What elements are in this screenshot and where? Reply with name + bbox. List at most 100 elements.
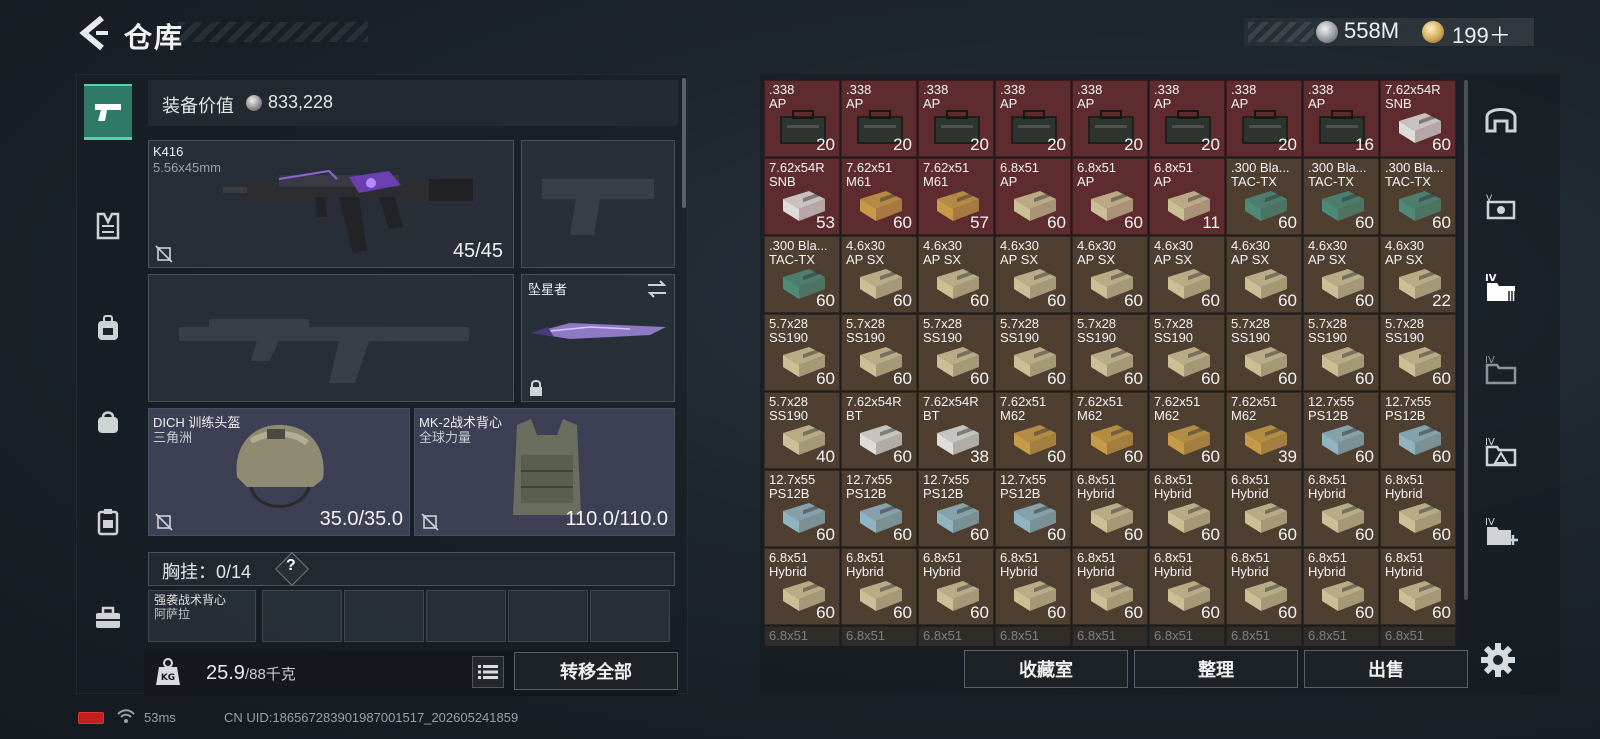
stash-item[interactable]: 4.6x30 AP SX 60	[841, 236, 917, 313]
stash-item[interactable]: 6.8x51 Hybrid 60	[1380, 548, 1456, 625]
stash-item[interactable]: .338 AP 20	[1072, 80, 1148, 157]
stash-item[interactable]: 5.7x28 SS190 60	[1303, 314, 1379, 391]
stash-item[interactable]: 12.7x55 PS12B 60	[1380, 392, 1456, 469]
melee-slot[interactable]: 坠星者	[521, 274, 675, 402]
stash-item[interactable]: 7.62x51 M61 60	[841, 158, 917, 235]
stash-item[interactable]: 6.8x51 AP 60	[995, 158, 1071, 235]
stash-item[interactable]: .338 AP 20	[1149, 80, 1225, 157]
stash-item[interactable]: 5.7x28 SS190 60	[918, 314, 994, 391]
stash-item[interactable]: .338 AP 20	[841, 80, 917, 157]
stash-item[interactable]: 5.7x28 SS190 40	[764, 392, 840, 469]
nav-plus-iv[interactable]: IV	[1478, 504, 1524, 558]
stash-item[interactable]: 7.62x54R SNB 53	[764, 158, 840, 235]
stash-item[interactable]: 5.7x28 SS190 60	[764, 314, 840, 391]
stash-item[interactable]: 7.62x51 M62 60	[1149, 392, 1225, 469]
stash-item[interactable]: 4.6x30 AP SX 60	[1149, 236, 1225, 313]
nav-chest-rig[interactable]	[84, 198, 132, 254]
stash-item[interactable]: .300 Bla... TAC-TX 60	[1380, 158, 1456, 235]
stash-item[interactable]: 6.8x51 Hybrid 60	[1380, 470, 1456, 547]
stash-item[interactable]: 6.8x51 Hybrid 60	[1149, 548, 1225, 625]
stash-item[interactable]: 4.6x30 AP SX 60	[1303, 236, 1379, 313]
stash-item[interactable]: 5.7x28 SS190 60	[1380, 314, 1456, 391]
currency-amount-2[interactable]: 199＋	[1452, 18, 1511, 50]
stash-item[interactable]: 6.8x51	[1226, 626, 1302, 646]
stash-item[interactable]: 5.7x28 SS190 60	[1149, 314, 1225, 391]
stash-item[interactable]: 7.62x51 M62 39	[1226, 392, 1302, 469]
sort-button[interactable]: 整理	[1134, 650, 1298, 688]
stash-item[interactable]: 5.7x28 SS190 60	[841, 314, 917, 391]
stash-item[interactable]: 6.8x51 Hybrid 60	[1072, 548, 1148, 625]
stash-item[interactable]: 6.8x51 Hybrid 60	[1303, 470, 1379, 547]
collection-room-button[interactable]: 收藏室	[964, 650, 1128, 688]
stash-item[interactable]: 12.7x55 PS12B 60	[995, 470, 1071, 547]
armor-slot[interactable]: MK-2战术背心 全球力量 110.0/110.0	[414, 408, 675, 536]
rig-pocket-slot[interactable]	[344, 590, 424, 642]
stash-item[interactable]: 6.8x51 AP 60	[1072, 158, 1148, 235]
nav-safe-case[interactable]	[84, 494, 132, 550]
stash-item[interactable]: 5.7x28 SS190 60	[1226, 314, 1302, 391]
stash-item[interactable]: 12.7x55 PS12B 60	[841, 470, 917, 547]
transfer-all-button[interactable]: 转移全部	[514, 652, 678, 690]
stash-item[interactable]: 7.62x51 M61 57	[918, 158, 994, 235]
stash-item[interactable]: 6.8x51	[1380, 626, 1456, 646]
stash-item[interactable]: .300 Bla... TAC-TX 60	[1226, 158, 1302, 235]
stash-item[interactable]: 5.7x28 SS190 60	[1072, 314, 1148, 391]
stash-item[interactable]: 7.62x54R BT 38	[918, 392, 994, 469]
stash-item[interactable]: 6.8x51	[841, 626, 917, 646]
swap-icon[interactable]	[646, 279, 668, 299]
stash-item[interactable]: 7.62x54R BT 60	[841, 392, 917, 469]
stash-item[interactable]: .338 AP 20	[764, 80, 840, 157]
stash-item[interactable]: 6.8x51 Hybrid 60	[1226, 548, 1302, 625]
stash-item[interactable]: 6.8x51	[1072, 626, 1148, 646]
stash-item[interactable]: 6.8x51 AP 11	[1149, 158, 1225, 235]
stash-item[interactable]: 6.8x51	[764, 626, 840, 646]
rig-pocket-slot[interactable]	[590, 590, 670, 642]
stash-item[interactable]: 6.8x51 Hybrid 60	[1072, 470, 1148, 547]
stash-item[interactable]: .300 Bla... TAC-TX 60	[764, 236, 840, 313]
stash-item[interactable]: .338 AP 20	[995, 80, 1071, 157]
sell-button[interactable]: 出售	[1304, 650, 1468, 688]
rig-pocket-slot[interactable]	[508, 590, 588, 642]
nav-money-category[interactable]: V	[1478, 180, 1524, 234]
rig-pocket-slot[interactable]	[262, 590, 342, 642]
stash-item[interactable]: 4.6x30 AP SX 60	[1226, 236, 1302, 313]
stash-item[interactable]: 4.6x30 AP SX 60	[995, 236, 1071, 313]
stash-item[interactable]: 7.62x51 M62 60	[995, 392, 1071, 469]
nav-weapons[interactable]	[84, 84, 132, 140]
nav-triangle-iv[interactable]: IV	[1478, 424, 1524, 478]
pistol-slot[interactable]	[521, 140, 675, 268]
stash-item[interactable]: 12.7x55 PS12B 60	[918, 470, 994, 547]
stash-scrollbar[interactable]	[1464, 80, 1468, 600]
secondary-weapon-slot[interactable]	[148, 274, 514, 402]
stash-item[interactable]: 12.7x55 PS12B 60	[764, 470, 840, 547]
nav-backpack[interactable]	[84, 300, 132, 356]
primary-weapon-slot[interactable]: K416 5.56x45mm 45/45	[148, 140, 514, 268]
list-view-button[interactable]	[472, 656, 504, 688]
nav-helmet-category[interactable]	[1478, 92, 1524, 146]
stash-item[interactable]: 7.62x51 M62 60	[1072, 392, 1148, 469]
rig-pocket-slot[interactable]	[426, 590, 506, 642]
stash-item[interactable]: 4.6x30 AP SX 60	[918, 236, 994, 313]
stash-item[interactable]: 6.8x51 Hybrid 60	[918, 548, 994, 625]
loadout-scrollbar[interactable]	[682, 78, 686, 208]
nav-folder-iv[interactable]: IV	[1478, 342, 1524, 396]
nav-toolbox[interactable]	[84, 590, 132, 646]
nav-folder-iv-active[interactable]: IV	[1478, 260, 1524, 314]
stash-item[interactable]: 6.8x51	[995, 626, 1071, 646]
stash-item[interactable]: 6.8x51 Hybrid 60	[995, 548, 1071, 625]
stash-item[interactable]: 4.6x30 AP SX 22	[1380, 236, 1456, 313]
stash-item[interactable]: .338 AP 16	[1303, 80, 1379, 157]
stash-item[interactable]: 4.6x30 AP SX 60	[1072, 236, 1148, 313]
stash-item[interactable]: .300 Bla... TAC-TX 60	[1303, 158, 1379, 235]
stash-item[interactable]: 7.62x54R SNB 60	[1380, 80, 1456, 157]
stash-item[interactable]: 6.8x51 Hybrid 60	[1303, 548, 1379, 625]
stash-item[interactable]: 5.7x28 SS190 60	[995, 314, 1071, 391]
stash-item[interactable]: 6.8x51	[918, 626, 994, 646]
stash-item[interactable]: 6.8x51	[1303, 626, 1379, 646]
helmet-slot[interactable]: DICH 训练头盔 三角洲 35.0/35.0	[148, 408, 410, 536]
nav-pouch[interactable]	[84, 394, 132, 450]
back-arrow-icon[interactable]	[76, 14, 110, 52]
stash-item[interactable]: 12.7x55 PS12B 60	[1303, 392, 1379, 469]
stash-item[interactable]: 6.8x51 Hybrid 60	[1226, 470, 1302, 547]
gear-icon[interactable]	[1478, 640, 1518, 680]
